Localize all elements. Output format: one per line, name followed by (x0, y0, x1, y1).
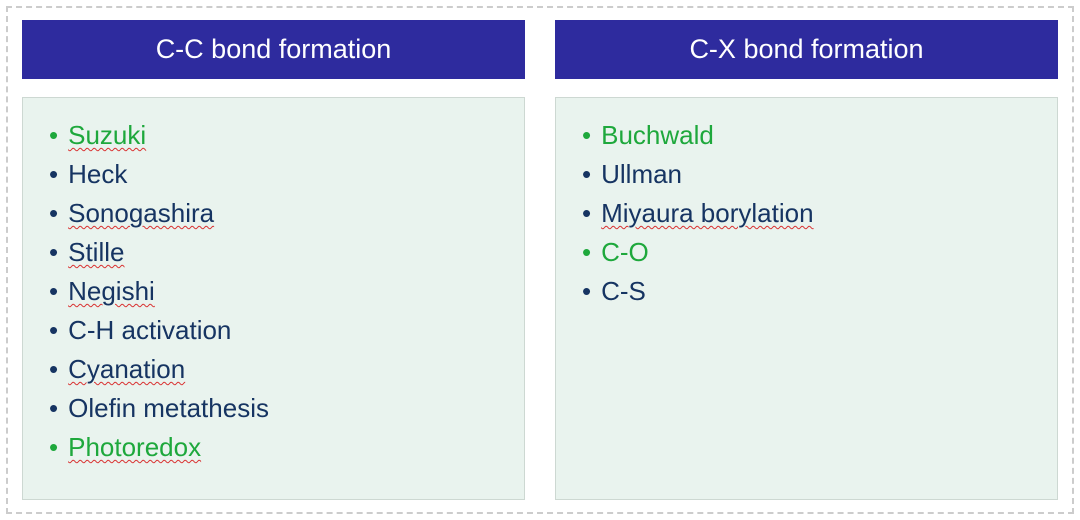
bullet-icon: • (49, 272, 58, 311)
item-label: C-O (601, 233, 649, 272)
slide-container: C-C bond formation • Suzuki • Heck • Son… (6, 6, 1074, 514)
bullet-icon: • (582, 272, 591, 311)
item-label: Cyanation (68, 350, 185, 389)
item-label: Sonogashira (68, 194, 214, 233)
item-label: Miyaura borylation (601, 194, 813, 233)
list-item: • Miyaura borylation (582, 194, 1031, 233)
item-label: Ullman (601, 155, 682, 194)
list-item: • Heck (49, 155, 498, 194)
column-header: C-X bond formation (555, 20, 1058, 79)
list-item: • Stille (49, 233, 498, 272)
item-label: Buchwald (601, 116, 714, 155)
list-item: • C-O (582, 233, 1031, 272)
list-box: • Suzuki • Heck • Sonogashira • Stille •… (22, 97, 525, 500)
list-item: • Suzuki (49, 116, 498, 155)
item-label: Stille (68, 233, 124, 272)
bullet-icon: • (49, 350, 58, 389)
bullet-icon: • (49, 116, 58, 155)
bullet-icon: • (49, 233, 58, 272)
list-item: • Sonogashira (49, 194, 498, 233)
bullet-icon: • (49, 155, 58, 194)
list-item: • Olefin metathesis (49, 389, 498, 428)
list-box: • Buchwald • Ullman • Miyaura borylation… (555, 97, 1058, 500)
bullet-icon: • (49, 194, 58, 233)
item-label: Negishi (68, 272, 155, 311)
bullet-icon: • (582, 233, 591, 272)
item-label: C-H activation (68, 311, 231, 350)
item-label: Suzuki (68, 116, 146, 155)
item-label: Olefin metathesis (68, 389, 269, 428)
bullet-icon: • (582, 194, 591, 233)
bullet-icon: • (582, 116, 591, 155)
bullet-icon: • (49, 389, 58, 428)
list-item: • Buchwald (582, 116, 1031, 155)
list-item: • C-S (582, 272, 1031, 311)
column-header: C-C bond formation (22, 20, 525, 79)
bullet-icon: • (49, 428, 58, 467)
column-cx: C-X bond formation • Buchwald • Ullman •… (555, 20, 1058, 500)
list-item: • Negishi (49, 272, 498, 311)
column-cc: C-C bond formation • Suzuki • Heck • Son… (22, 20, 525, 500)
bullet-icon: • (582, 155, 591, 194)
list-item: • C-H activation (49, 311, 498, 350)
list-item: • Ullman (582, 155, 1031, 194)
item-label: C-S (601, 272, 646, 311)
item-label: Photoredox (68, 428, 201, 467)
list-item: • Cyanation (49, 350, 498, 389)
bullet-icon: • (49, 311, 58, 350)
list-item: • Photoredox (49, 428, 498, 467)
item-label: Heck (68, 155, 127, 194)
